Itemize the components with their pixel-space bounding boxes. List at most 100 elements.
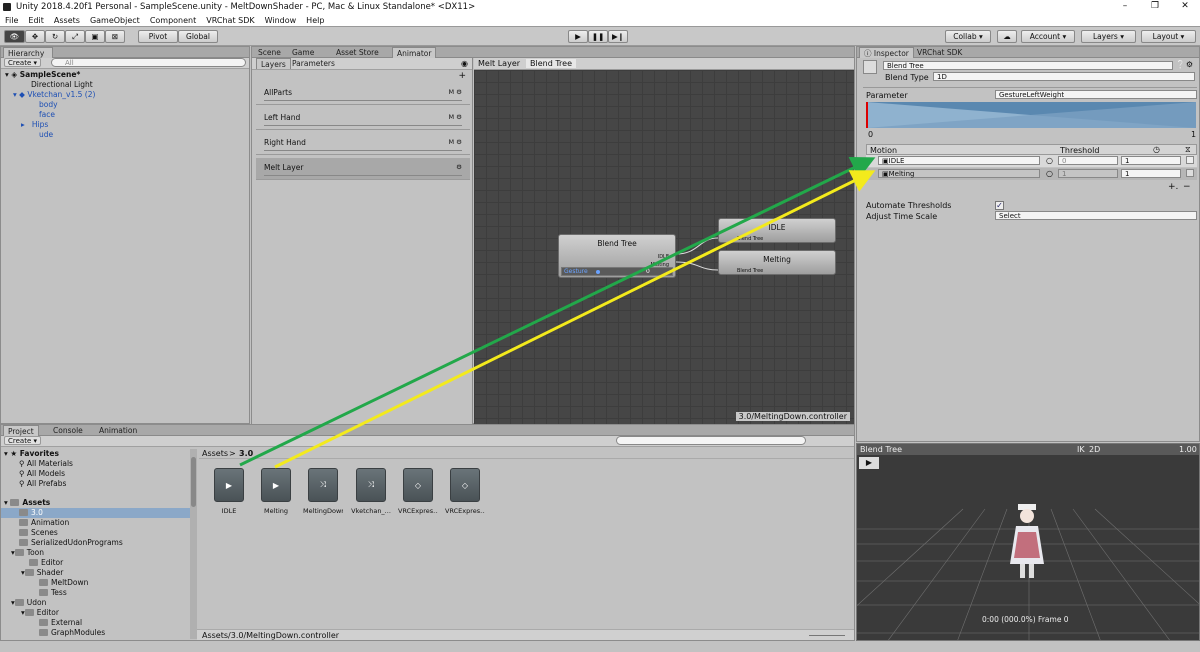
speed-field[interactable]: 1 [1121, 169, 1181, 178]
scale-tool-icon[interactable]: ⤢ [65, 30, 85, 43]
global-toggle[interactable]: Global [178, 30, 218, 43]
maximize-icon[interactable]: ❐ [1140, 0, 1170, 14]
parameter-dropdown[interactable]: GestureLeftWeight [995, 90, 1197, 99]
tab-vrchat-sdk[interactable]: VRChat SDK [913, 47, 966, 58]
folder-item[interactable]: ▾ Editor [21, 608, 59, 618]
layout-dropdown[interactable]: Layout ▾ [1141, 30, 1196, 43]
asset-item[interactable]: ▶ IDLE [209, 468, 249, 515]
speed-field[interactable]: 1 [1121, 156, 1181, 165]
project-create-button[interactable]: Create ▾ [4, 436, 42, 445]
menu-window[interactable]: Window [260, 14, 302, 27]
threshold-field[interactable]: 0 [1058, 156, 1118, 165]
motion-field[interactable]: ▣IDLE [878, 156, 1040, 165]
hierarchy-item[interactable]: body [39, 100, 58, 110]
layers-dropdown[interactable]: Layers ▾ [1081, 30, 1136, 43]
icon-size-slider[interactable] [809, 635, 845, 636]
collab-button[interactable]: Collab ▾ [945, 30, 991, 43]
eye-icon[interactable]: ◉ [461, 59, 468, 68]
menu-file[interactable]: File [0, 14, 23, 27]
folder-item[interactable]: SerializedUdonPrograms [19, 538, 123, 548]
favorites-header[interactable]: ▾ ★ Favorites [4, 449, 59, 459]
tab-animator[interactable]: Animator [392, 47, 437, 58]
hierarchy-item[interactable]: ▾ ◆ Vketchan_v1.5 (2) [13, 90, 95, 100]
cloud-icon[interactable]: ☁ [997, 30, 1017, 43]
folder-item[interactable]: Tess [39, 588, 67, 598]
hierarchy-item[interactable]: face [39, 110, 55, 120]
layer-settings-icon[interactable]: M ⚙ [448, 138, 462, 146]
preview-play-button[interactable]: ▶ [859, 457, 879, 469]
preview-mode-toggle[interactable]: 2D [1089, 445, 1100, 454]
menu-vrchat-sdk[interactable]: VRChat SDK [201, 14, 259, 27]
move-tool-icon[interactable]: ✥ [25, 30, 45, 43]
account-dropdown[interactable]: Account ▾ [1021, 30, 1075, 43]
remove-motion-icon[interactable]: − [1183, 182, 1191, 192]
favorite-item[interactable]: ⚲ All Materials [19, 459, 73, 469]
hierarchy-create-button[interactable]: Create ▾ [4, 58, 42, 67]
folder-item[interactable]: Animation [19, 518, 69, 528]
automate-thresholds-checkbox[interactable]: ✓ [995, 201, 1004, 210]
hierarchy-search-input[interactable]: All [51, 58, 246, 67]
asset-item[interactable]: ◇ VRCExpres... [445, 468, 485, 515]
asset-item[interactable]: ⤨ MeltingDown [303, 468, 343, 515]
assets-header[interactable]: ▾ Assets [4, 498, 50, 508]
folder-item[interactable]: Scenes [19, 528, 58, 538]
folder-tree-scrollbar[interactable] [190, 449, 197, 639]
asset-item[interactable]: ◇ VRCExpres... [398, 468, 438, 515]
favorite-item[interactable]: ⚲ All Models [19, 469, 65, 479]
layer-item[interactable]: AllParts M ⚙ [256, 83, 470, 105]
help-icon[interactable]: ❔⚙ [1176, 60, 1193, 69]
folder-item[interactable]: External [39, 618, 82, 628]
layer-settings-icon[interactable]: M ⚙ [448, 113, 462, 121]
asset-item[interactable]: ▶ Melting [256, 468, 296, 515]
tab-game[interactable]: Game [288, 47, 318, 58]
asset-item[interactable]: ⤨ Vketchan_... [351, 468, 391, 515]
breadcrumb-item-current[interactable]: 3.0 [239, 449, 253, 458]
threshold-field[interactable]: 1 [1058, 169, 1118, 178]
hand-tool-icon[interactable]: 👁 [4, 30, 25, 43]
tab-asset-store[interactable]: Asset Store [332, 47, 383, 58]
blend-type-dropdown[interactable]: 1D [933, 72, 1195, 81]
rect-tool-icon[interactable]: ▣ [85, 30, 105, 43]
folder-item[interactable]: ▾ Shader [21, 568, 63, 578]
tab-project[interactable]: Project [3, 425, 39, 436]
tab-animation[interactable]: Animation [95, 425, 141, 436]
menu-edit[interactable]: Edit [23, 14, 49, 27]
layer-settings-icon[interactable]: M ⚙ [448, 88, 462, 96]
folder-item-selected[interactable]: 3.0 [1, 508, 197, 518]
folder-item[interactable]: GraphModules [39, 628, 105, 638]
motion-row[interactable]: ▣Melting ○ 1 1 [866, 168, 1197, 180]
scrollbar-thumb[interactable] [191, 457, 196, 507]
project-search-input[interactable] [616, 436, 806, 445]
minimize-icon[interactable]: – [1110, 0, 1140, 14]
hierarchy-item[interactable]: ude [39, 130, 53, 140]
animator-graph[interactable]: Melt Layer Blend Tree Blend Tree IDLE Me… [474, 58, 854, 424]
layer-item[interactable]: Left Hand M ⚙ [256, 108, 470, 130]
adjust-time-scale-dropdown[interactable]: Select [995, 211, 1197, 220]
folder-item[interactable]: ▾ Udon [11, 598, 46, 608]
transform-tool-icon[interactable]: ⊠ [105, 30, 125, 43]
breadcrumb-item[interactable]: Assets [202, 449, 228, 458]
scene-root[interactable]: ▾ ◈ SampleScene* [5, 70, 80, 80]
ik-toggle[interactable]: IK [1077, 445, 1085, 454]
layer-item-selected[interactable]: Melt Layer ⚙ [256, 158, 470, 180]
folder-item[interactable]: Editor [29, 558, 63, 568]
tab-console[interactable]: Console [49, 425, 87, 436]
pause-button[interactable]: ❚❚ [588, 30, 608, 43]
pivot-toggle[interactable]: Pivot [138, 30, 178, 43]
play-button[interactable]: ▶ [568, 30, 588, 43]
layer-item[interactable]: Right Hand M ⚙ [256, 133, 470, 155]
favorite-item[interactable]: ⚲ All Prefabs [19, 479, 66, 489]
hierarchy-item[interactable]: ▸ Hips [21, 120, 48, 130]
menu-component[interactable]: Component [145, 14, 201, 27]
folder-item[interactable]: ▾ Toon [11, 548, 44, 558]
tab-layers[interactable]: Layers [256, 58, 291, 69]
blend-graph[interactable] [866, 102, 1196, 128]
tab-scene[interactable]: Scene [254, 47, 285, 58]
motion-field[interactable]: ▣Melting [878, 169, 1040, 178]
blend-tree-name-field[interactable]: Blend Tree [883, 61, 1173, 70]
rotate-tool-icon[interactable]: ↻ [45, 30, 65, 43]
layer-settings-icon[interactable]: ⚙ [456, 163, 462, 171]
close-icon[interactable]: ✕ [1170, 0, 1200, 14]
mirror-checkbox[interactable] [1186, 156, 1194, 164]
menu-assets[interactable]: Assets [49, 14, 85, 27]
